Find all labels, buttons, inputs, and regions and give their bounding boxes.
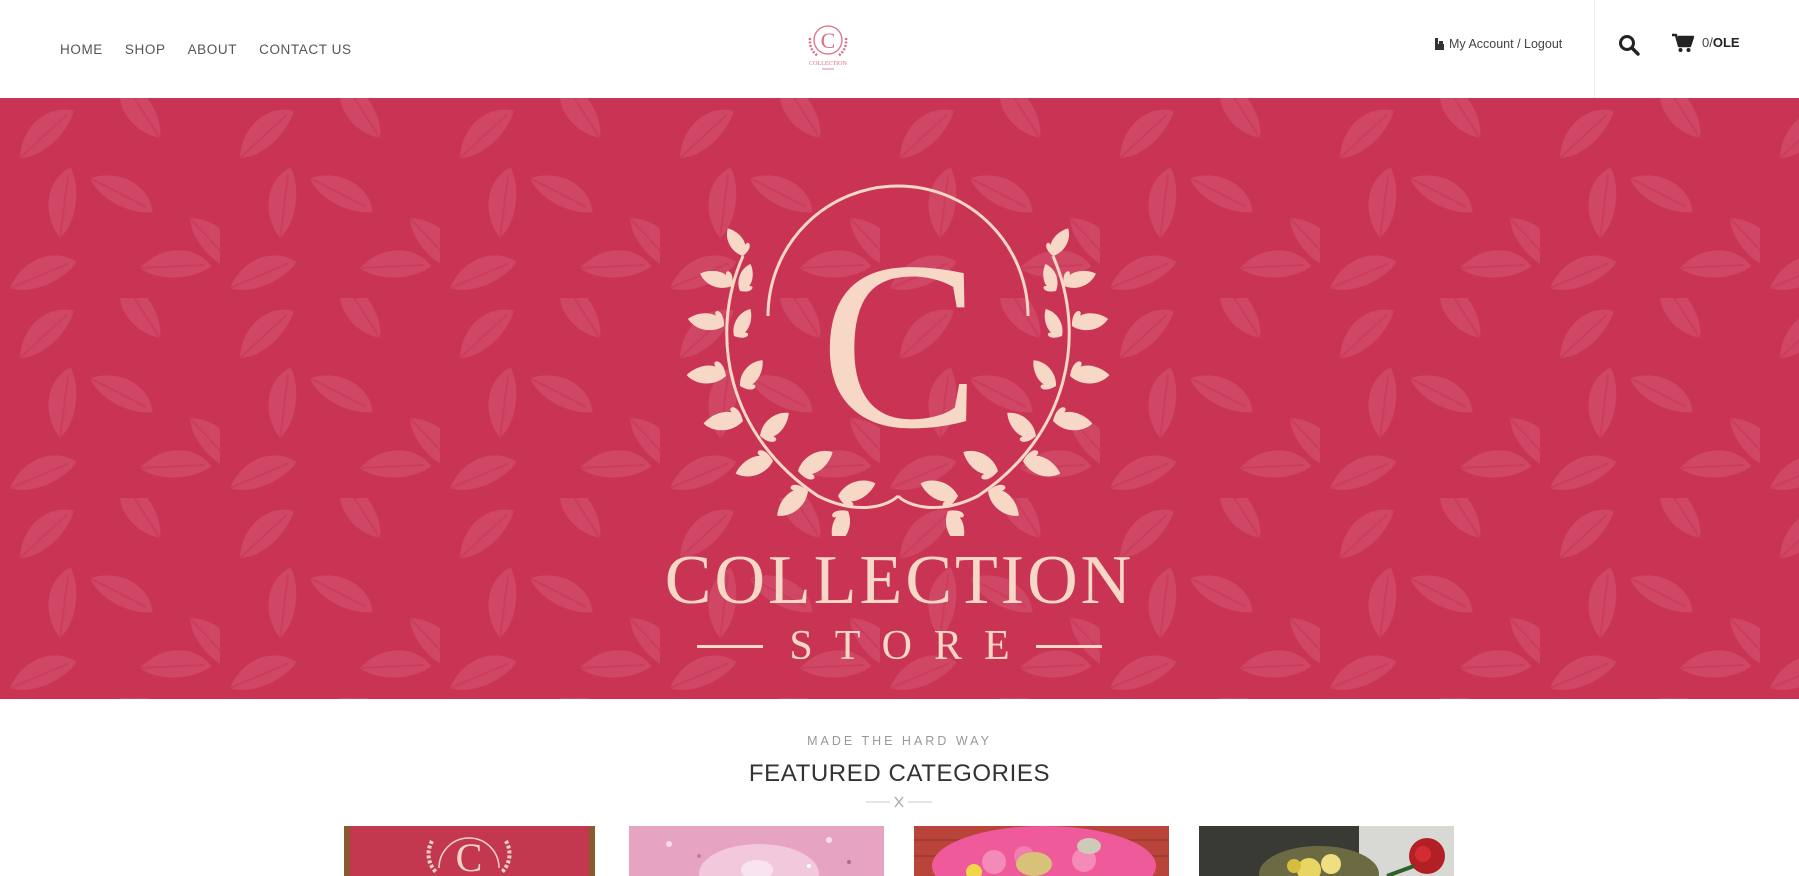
subtitle-rule-left bbox=[697, 644, 764, 648]
laurel-emblem: C bbox=[685, 184, 1111, 536]
cart-button[interactable]: 0/OLE bbox=[1672, 33, 1740, 53]
hero-title: COLLECTION bbox=[664, 542, 1135, 619]
hero-subtitle: STORE bbox=[789, 623, 1032, 669]
cart-icon bbox=[1672, 33, 1694, 52]
svg-text:COLLECTION: COLLECTION bbox=[809, 61, 847, 67]
featured-kicker: MADE THE HARD WAY bbox=[807, 734, 992, 748]
account-link[interactable]: My Account / Logout bbox=[1434, 37, 1562, 51]
close-icon bbox=[894, 796, 904, 808]
header-logo[interactable]: C COLLECTION bbox=[800, 18, 856, 74]
main-nav: HOME SHOP ABOUT CONTACT US bbox=[60, 42, 352, 57]
svg-text:C: C bbox=[456, 835, 483, 876]
hero-banner: C COLLECTION STORE bbox=[0, 98, 1799, 699]
search-button[interactable] bbox=[1617, 33, 1641, 57]
site-header: HOME SHOP ABOUT CONTACT US C COLLECTION … bbox=[0, 0, 1799, 98]
category-card-3[interactable] bbox=[914, 826, 1169, 876]
category-cards: C bbox=[0, 826, 1799, 876]
nav-contact-us[interactable]: CONTACT US bbox=[259, 42, 352, 57]
nav-home[interactable]: HOME bbox=[60, 42, 103, 57]
search-icon bbox=[1619, 35, 1640, 56]
category-card-2[interactable] bbox=[629, 826, 884, 876]
account-label[interactable]: My Account / Logout bbox=[1449, 37, 1562, 51]
subtitle-rule-right bbox=[1035, 644, 1102, 648]
category-card-4[interactable] bbox=[1199, 826, 1454, 876]
svg-text:C: C bbox=[820, 212, 980, 478]
svg-text:C: C bbox=[821, 28, 836, 53]
header-divider bbox=[1594, 0, 1595, 98]
nav-shop[interactable]: SHOP bbox=[125, 42, 166, 57]
featured-title: FEATURED CATEGORIES bbox=[748, 760, 1051, 787]
featured-divider bbox=[866, 796, 932, 808]
category-card-1[interactable]: C bbox=[344, 826, 595, 876]
cart-currency: OLE bbox=[1712, 35, 1740, 50]
user-icon bbox=[1435, 37, 1444, 50]
cart-summary[interactable]: 0/OLE bbox=[1702, 35, 1740, 50]
hero-subtitle-row: STORE bbox=[0, 622, 1799, 670]
nav-about[interactable]: ABOUT bbox=[188, 42, 238, 57]
